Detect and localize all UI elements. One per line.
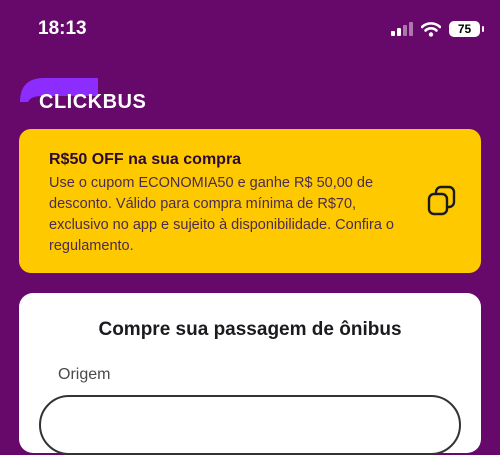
- search-card-title: Compre sua passagem de ônibus: [98, 319, 402, 340]
- wifi-icon: [421, 21, 441, 37]
- battery-icon: 75: [449, 21, 484, 37]
- logo-text: CLICKBUS: [39, 91, 147, 113]
- promo-banner: R$50 OFF na sua compra Use o cupom ECONO…: [19, 129, 481, 273]
- battery-level: 75: [457, 22, 472, 36]
- promo-title: R$50 OFF na sua compra: [49, 151, 242, 168]
- status-bar: 18:13 75: [0, 0, 500, 60]
- status-time: 18:13: [38, 18, 87, 39]
- cellular-signal-icon: [391, 22, 413, 36]
- origin-input[interactable]: [39, 395, 461, 455]
- origin-label: Origem: [58, 366, 111, 383]
- search-card: Compre sua passagem de ônibus Origem: [19, 293, 481, 455]
- copy-icon[interactable]: [426, 184, 458, 218]
- clickbus-logo: CLICKBUS: [20, 76, 170, 116]
- status-icons: 75: [391, 19, 484, 39]
- promo-description: Use o cupom ECONOMIA50 e ganhe R$ 50,00 …: [49, 175, 394, 254]
